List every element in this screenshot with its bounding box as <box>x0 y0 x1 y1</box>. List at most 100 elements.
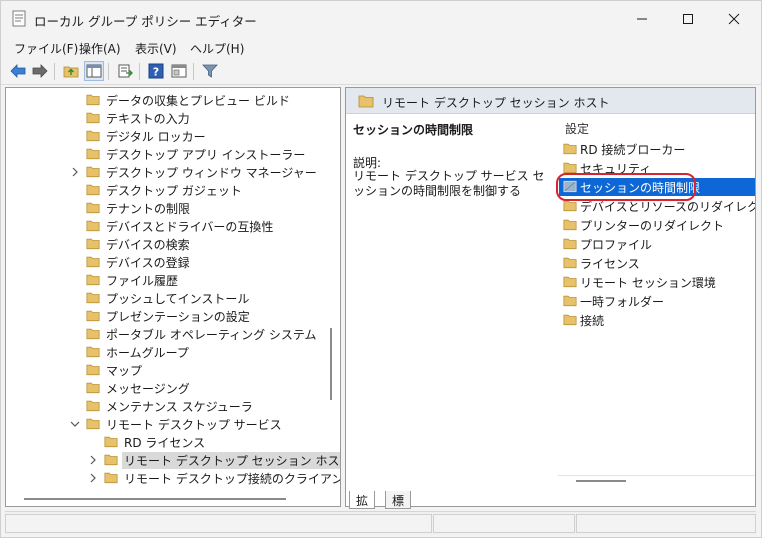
up-one-level-button[interactable] <box>61 61 81 81</box>
filter-button[interactable] <box>200 61 220 81</box>
tree-vertical-scrollbar[interactable] <box>330 328 332 400</box>
tree-item[interactable]: デバイスの検索 <box>6 235 336 253</box>
tree-item[interactable]: ファイル履歴 <box>6 271 336 289</box>
back-button[interactable] <box>8 61 28 81</box>
folder-icon <box>563 238 577 250</box>
tree-item[interactable]: マップ <box>6 361 336 379</box>
menu-file[interactable]: ファイル(F) <box>12 39 80 58</box>
window-title: ローカル グループ ポリシー エディター <box>34 14 257 29</box>
folder-icon <box>563 276 577 288</box>
tree-horizontal-scrollbar[interactable] <box>24 498 286 500</box>
title-bar[interactable]: ローカル グループ ポリシー エディター <box>1 1 761 37</box>
tab-standard[interactable]: 標準 <box>385 491 412 525</box>
tree-item-label: データの収集とプレビュー ビルド <box>106 94 290 108</box>
forward-button[interactable] <box>30 61 50 81</box>
settings-list-item[interactable]: デバイスとリソースのリダイレクト <box>559 197 755 215</box>
tree-item-label: デバイスの登録 <box>106 256 190 270</box>
folder-icon <box>86 238 100 250</box>
menu-action[interactable]: 操作(A) <box>77 39 123 58</box>
menu-help[interactable]: ヘルプ(H) <box>188 39 246 58</box>
folder-icon <box>563 143 577 155</box>
folder-icon <box>358 95 374 108</box>
folder-icon <box>104 436 118 448</box>
tree-item-label: テキストの入力 <box>106 112 190 126</box>
tree-item[interactable]: デスクトップ アプリ インストーラー <box>6 145 336 163</box>
tree-item[interactable]: テナントの制限 <box>6 199 336 217</box>
tree-item[interactable]: デジタル ロッカー <box>6 127 336 145</box>
folder-icon <box>563 257 577 269</box>
close-button[interactable] <box>711 1 757 37</box>
tree-item[interactable]: デバイスの登録 <box>6 253 336 271</box>
tree-item[interactable]: メッセージング <box>6 379 336 397</box>
tree-item[interactable]: ポータブル オペレーティング システム <box>6 325 336 343</box>
tree-item[interactable]: メンテナンス スケジューラ <box>6 397 336 415</box>
list-divider <box>558 475 755 476</box>
settings-list-item[interactable]: セッションの時間制限 <box>559 178 755 196</box>
settings-list-item[interactable]: 接続 <box>559 311 755 329</box>
tree-item[interactable]: デスクトップ ガジェット <box>6 181 336 199</box>
toolbar-separator <box>108 63 109 80</box>
tree-item-label: ホームグループ <box>106 346 189 360</box>
tree-pane[interactable]: データの収集とプレビュー ビルド テキストの入力 デジタル ロッカーデスクトップ ア… <box>5 87 341 507</box>
tree-item[interactable]: デバイスとドライバーの互換性 <box>6 217 336 235</box>
settings-list-item[interactable]: リモート セッション環境 <box>559 273 755 291</box>
svg-text:?: ? <box>153 66 159 79</box>
properties-button[interactable] <box>169 61 189 81</box>
toolbar: ? <box>1 58 761 85</box>
help-button[interactable]: ? <box>146 61 166 81</box>
tree-item-label: リモート デスクトップ接続のクライアント <box>124 472 341 486</box>
settings-list-item[interactable]: プリンターのリダイレクト <box>559 216 755 234</box>
settings-list-item-label: プリンターのリダイレクト <box>580 219 725 233</box>
folder-icon <box>86 256 100 268</box>
extended-view-title: セッションの時間制限 <box>353 123 474 137</box>
chevron-right-icon[interactable] <box>70 166 80 178</box>
tree-item[interactable]: プレゼンテーションの設定 <box>6 307 336 325</box>
tree-item[interactable]: プッシュしてインストール <box>6 289 336 307</box>
settings-list-item[interactable]: プロファイル <box>559 235 755 253</box>
maximize-button[interactable] <box>665 1 711 37</box>
folder-icon <box>86 148 100 160</box>
tree-item[interactable]: テキストの入力 <box>6 109 336 127</box>
tree-item-label: デバイスとドライバーの互換性 <box>106 220 274 234</box>
tree-item[interactable]: リモート デスクトップ サービス <box>6 415 336 433</box>
chevron-right-icon[interactable] <box>88 454 98 466</box>
folder-icon <box>86 400 100 412</box>
show-hide-tree-icon <box>86 64 102 78</box>
tab-extended[interactable]: 拡張 <box>349 491 376 525</box>
up-folder-icon <box>63 66 79 78</box>
folder-icon <box>563 162 577 174</box>
folder-icon <box>563 219 577 231</box>
folder-icon <box>86 130 100 142</box>
tree-item[interactable]: リモート デスクトップ セッション ホスト <box>6 451 340 469</box>
tree-item[interactable]: データの収集とプレビュー ビルド <box>6 91 336 109</box>
export-list-button[interactable] <box>115 61 135 81</box>
minimize-button[interactable] <box>619 1 665 37</box>
tree-item-label: デバイスの検索 <box>106 238 190 252</box>
tree-item-label: メンテナンス スケジューラ <box>106 400 253 414</box>
column-header-setting[interactable]: 設定 <box>565 120 589 137</box>
chevron-down-icon[interactable] <box>70 418 80 430</box>
tree-item[interactable]: デスクトップ ウィンドウ マネージャー <box>6 163 336 181</box>
settings-list-item[interactable]: ライセンス <box>559 254 755 272</box>
settings-list-item-label: セキュリティ <box>580 162 652 176</box>
tree-item[interactable]: リモート デスクトップ接続のクライアント <box>6 469 340 487</box>
menu-bar: ファイル(F) 操作(A) 表示(V) ヘルプ(H) <box>1 37 761 58</box>
settings-list-item-label: 一時フォルダー <box>580 295 665 309</box>
tree-item-label: デスクトップ アプリ インストーラー <box>106 148 306 162</box>
menu-view[interactable]: 表示(V) <box>133 39 179 58</box>
folder-icon <box>86 184 100 196</box>
toolbar-separator <box>193 63 194 80</box>
help-icon: ? <box>148 63 164 79</box>
status-segment <box>576 514 756 533</box>
details-header-title: リモート デスクトップ セッション ホスト <box>382 96 610 110</box>
tree-item[interactable]: RD ライセンス <box>6 433 336 451</box>
tree-item[interactable]: ホームグループ <box>6 343 336 361</box>
settings-list-item[interactable]: 一時フォルダー <box>559 292 755 310</box>
settings-list-item[interactable]: RD 接続ブローカー <box>559 140 755 158</box>
folder-icon <box>86 166 100 178</box>
settings-list-item-label: セッションの時間制限 <box>580 181 701 195</box>
show-hide-tree-button[interactable] <box>84 61 104 81</box>
details-horizontal-scrollbar[interactable] <box>576 480 626 482</box>
chevron-right-icon[interactable] <box>88 472 98 484</box>
settings-list-item[interactable]: セキュリティ <box>559 159 755 177</box>
